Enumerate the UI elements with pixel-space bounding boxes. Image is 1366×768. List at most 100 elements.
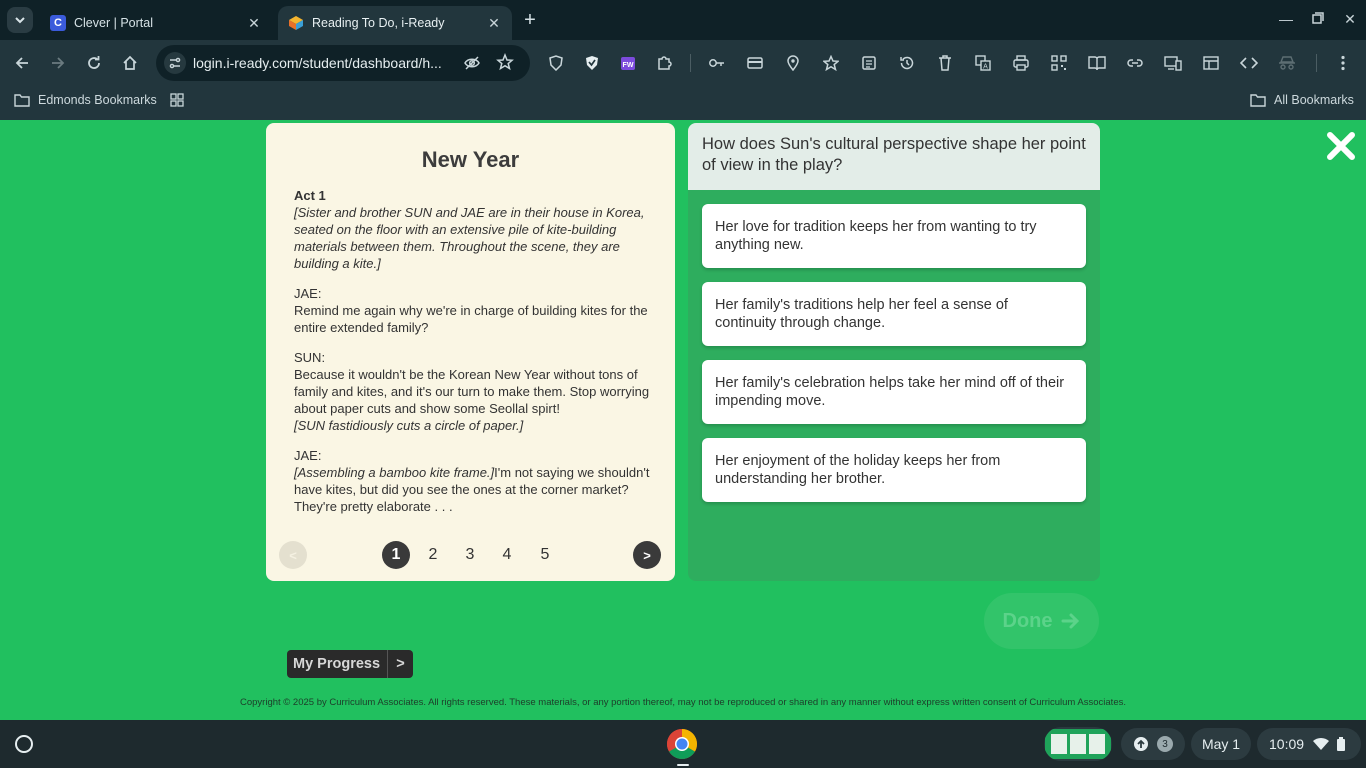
chrome-icon[interactable] — [666, 728, 698, 760]
credit-card-icon[interactable] — [745, 53, 765, 73]
question-panel: How does Sun's cultural perspective shap… — [688, 123, 1100, 581]
close-window-icon[interactable]: ✕ — [1338, 8, 1362, 30]
new-tab-button[interactable]: + — [519, 9, 541, 31]
iready-page: New Year Act 1 [Sister and brother SUN a… — [0, 120, 1366, 720]
svg-text:A: A — [983, 64, 988, 71]
bookmarks-bar: Edmonds Bookmarks All Bookmarks — [0, 86, 1366, 120]
apps-grid-icon — [170, 93, 186, 107]
back-icon[interactable] — [11, 52, 33, 74]
bookmark-label: All Bookmarks — [1274, 93, 1354, 107]
stage-direction: [SUN fastidiously cuts a circle of paper… — [294, 418, 524, 433]
svg-text:FW: FW — [623, 62, 634, 69]
print-icon[interactable] — [1011, 53, 1031, 73]
translate-icon[interactable]: A — [973, 53, 993, 73]
status-tray[interactable]: 10:09 — [1257, 728, 1361, 760]
iready-favicon-icon — [288, 15, 304, 31]
tab-search-button[interactable] — [7, 7, 33, 33]
page-5-button[interactable]: 5 — [531, 541, 559, 569]
page-1-button[interactable]: 1 — [382, 541, 410, 569]
url-text: login.i-ready.com/student/dashboard/h... — [193, 55, 442, 71]
answer-option-2[interactable]: Her family's traditions help her feel a … — [702, 282, 1086, 346]
chevron-right-icon: > — [396, 656, 405, 672]
reading-mode-icon[interactable] — [1087, 53, 1107, 73]
forward-icon[interactable] — [47, 52, 69, 74]
date-tray[interactable]: May 1 — [1191, 728, 1251, 760]
bookmark-folder-edmonds[interactable]: Edmonds Bookmarks — [14, 86, 157, 114]
extensions-icon[interactable] — [654, 53, 674, 73]
my-progress-button[interactable]: My Progress > — [287, 650, 413, 678]
cast-devices-icon[interactable] — [1163, 53, 1183, 73]
notifications-tray[interactable]: 3 — [1121, 728, 1185, 760]
all-bookmarks-button[interactable]: All Bookmarks — [1250, 86, 1354, 114]
passage-body: Act 1 [Sister and brother SUN and JAE ar… — [294, 187, 650, 515]
arrow-right-icon — [1061, 613, 1079, 629]
apps-grid-button[interactable] — [170, 86, 194, 114]
restore-icon[interactable] — [1306, 8, 1330, 30]
link-icon[interactable] — [1125, 53, 1145, 73]
home-icon[interactable] — [119, 52, 141, 74]
folder-icon — [1250, 93, 1266, 107]
browser-toolbar: login.i-ready.com/student/dashboard/h...… — [0, 40, 1366, 86]
os-shelf: 3 May 1 10:09 — [0, 720, 1366, 768]
act-heading: Act 1 — [294, 188, 326, 203]
bookmark-label: Edmonds Bookmarks — [38, 93, 157, 107]
page-2-button[interactable]: 2 — [419, 541, 447, 569]
speaker-name: JAE: — [294, 448, 322, 463]
answer-option-1[interactable]: Her love for tradition keeps her from wa… — [702, 204, 1086, 268]
puzzle-extension-icon[interactable]: FW — [618, 53, 638, 73]
notification-count-badge: 3 — [1157, 736, 1173, 752]
clever-favicon-icon: C — [50, 15, 66, 31]
shield-filled-icon[interactable] — [582, 53, 602, 73]
dialogue-line: Remind me again why we're in charge of b… — [294, 303, 648, 335]
reading-list-icon[interactable] — [859, 53, 879, 73]
tab-strip: C Clever | Portal ✕ Reading To Do, i-Rea… — [0, 0, 1366, 40]
upload-icon — [1134, 737, 1148, 751]
eye-off-icon[interactable] — [463, 54, 481, 72]
reload-icon[interactable] — [83, 52, 105, 74]
minimize-icon[interactable]: — — [1274, 8, 1298, 30]
battery-icon — [1337, 737, 1346, 751]
trash-icon[interactable] — [935, 53, 955, 73]
question-text: How does Sun's cultural perspective shap… — [688, 123, 1100, 190]
speaker-name: SUN: — [294, 350, 326, 365]
star-list-icon[interactable] — [821, 53, 841, 73]
table-icon[interactable] — [1201, 53, 1221, 73]
page-3-button[interactable]: 3 — [456, 541, 484, 569]
tab-title: Reading To Do, i-Ready — [312, 16, 445, 30]
answer-option-3[interactable]: Her family's celebration helps take her … — [702, 360, 1086, 424]
stage-direction: [Assembling a bamboo kite frame.] — [294, 465, 495, 480]
key-icon[interactable] — [707, 53, 727, 73]
answer-option-4[interactable]: Her enjoyment of the holiday keeps her f… — [702, 438, 1086, 502]
dialogue-line: Because it wouldn't be the Korean New Ye… — [294, 367, 650, 416]
stage-direction: [Sister and brother SUN and JAE are in t… — [294, 205, 645, 271]
next-page-button[interactable]: > — [633, 541, 661, 569]
page-4-button[interactable]: 4 — [493, 541, 521, 569]
address-bar[interactable]: login.i-ready.com/student/dashboard/h... — [156, 45, 530, 81]
tab-reading-to-do[interactable]: Reading To Do, i-Ready ✕ — [278, 6, 512, 40]
incognito-icon[interactable] — [1277, 53, 1297, 73]
speaker-name: JAE: — [294, 286, 322, 301]
done-button[interactable]: Done — [984, 593, 1099, 649]
prev-page-button[interactable]: < — [279, 541, 307, 569]
site-info-icon[interactable] — [164, 52, 186, 74]
chevron-down-icon — [15, 17, 25, 24]
close-tab-icon[interactable]: ✕ — [246, 15, 262, 31]
passage-pager: < 1 2 3 4 5 > — [266, 541, 675, 569]
bookmark-star-icon[interactable] — [496, 52, 514, 71]
tab-clever-portal[interactable]: C Clever | Portal ✕ — [40, 6, 272, 40]
dialogue-line: [Assembling a bamboo kite frame.]I'm not… — [294, 464, 650, 515]
shield-outline-icon[interactable] — [546, 53, 566, 73]
copyright-text: Copyright © 2025 by Curriculum Associate… — [240, 697, 1126, 708]
more-menu-icon[interactable] — [1333, 53, 1353, 73]
close-tab-icon[interactable]: ✕ — [486, 15, 502, 31]
history-icon[interactable] — [897, 53, 917, 73]
window-preview-thumbnail[interactable] — [1044, 727, 1112, 761]
qr-code-icon[interactable] — [1049, 53, 1069, 73]
close-icon[interactable] — [1325, 130, 1357, 162]
code-icon[interactable] — [1239, 53, 1259, 73]
tab-title: Clever | Portal — [74, 16, 153, 30]
passage-title: New Year — [421, 147, 520, 172]
launcher-button[interactable] — [9, 729, 39, 759]
location-pin-icon[interactable] — [783, 53, 803, 73]
my-progress-label: My Progress — [293, 656, 381, 672]
